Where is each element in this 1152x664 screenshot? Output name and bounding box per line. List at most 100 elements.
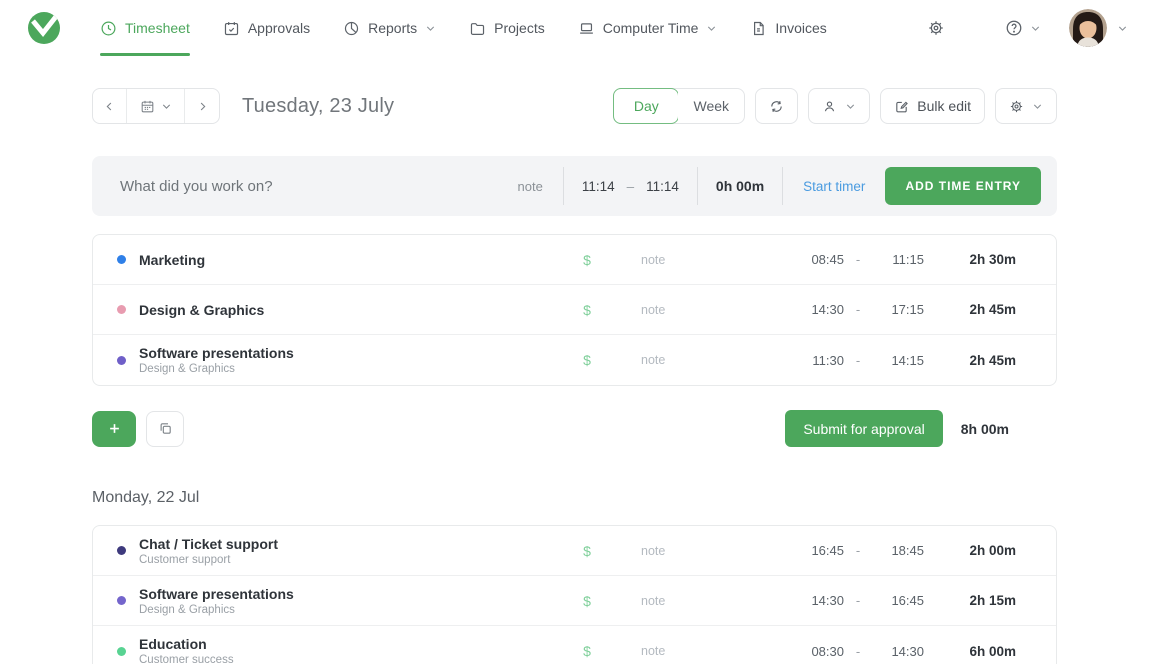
- project-color-dot: [117, 305, 126, 314]
- entry-duration[interactable]: 2h 00m: [924, 543, 1016, 558]
- day-view-button[interactable]: Day: [613, 88, 680, 124]
- billable-indicator[interactable]: $: [557, 593, 617, 609]
- time-entry-row[interactable]: Chat / Ticket support Customer support $…: [93, 526, 1056, 576]
- entry-end-time[interactable]: 14:15: [872, 353, 924, 368]
- entry-end-time[interactable]: 14:30: [872, 644, 924, 659]
- settings-icon-button[interactable]: [927, 19, 945, 37]
- entry-note-input[interactable]: note: [617, 253, 792, 267]
- nav-item-projects[interactable]: Projects: [469, 0, 545, 56]
- entry-title: Software presentations: [139, 345, 294, 361]
- entry-project-name: Customer support: [139, 553, 231, 566]
- top-nav: Timesheet Approvals Reports Projects Com…: [0, 0, 1152, 56]
- chevron-down-icon: [708, 26, 716, 31]
- folder-icon: [471, 22, 485, 35]
- timesheet-settings-button[interactable]: [995, 88, 1057, 124]
- entry-duration[interactable]: 2h 45m: [924, 302, 1016, 317]
- time-entry-row[interactable]: Software presentations Design & Graphics…: [93, 335, 1056, 385]
- entry-title: Education: [139, 636, 207, 652]
- entry-note-input[interactable]: note: [617, 303, 792, 317]
- prev-day-button[interactable]: [93, 89, 127, 123]
- entry-duration[interactable]: 2h 30m: [924, 252, 1016, 267]
- next-day-button[interactable]: [185, 89, 219, 123]
- time-entry-row[interactable]: Design & Graphics $ note 14:30 - 17:15 2…: [93, 285, 1056, 335]
- copy-day-button[interactable]: [146, 410, 184, 447]
- member-select-button[interactable]: [808, 88, 871, 124]
- project-color-dot: [117, 255, 126, 264]
- entry-duration[interactable]: 2h 15m: [924, 593, 1016, 608]
- day-heading: Monday, 22 Jul: [92, 489, 200, 506]
- help-icon: [1006, 20, 1022, 36]
- time-entry-row[interactable]: Marketing $ note 08:45 - 11:15 2h 30m: [93, 235, 1056, 285]
- entry-project: Design & Graphics: [117, 302, 557, 318]
- chevron-down-icon: [1031, 26, 1040, 31]
- nav-item-timesheet[interactable]: Timesheet: [100, 0, 190, 56]
- nav-item-invoices[interactable]: Invoices: [750, 0, 827, 56]
- entry-title: Design & Graphics: [139, 301, 265, 318]
- entry-title: Software presentations: [139, 585, 294, 602]
- chevron-down-icon: [1118, 26, 1127, 31]
- entry-duration[interactable]: 2h 45m: [924, 353, 1016, 368]
- nav-item-computer-time[interactable]: Computer Time: [578, 0, 718, 56]
- add-entry-controls: note 11:14 – 11:14 0h 00m Start timer AD…: [498, 167, 1041, 205]
- work-description-input[interactable]: [120, 177, 498, 195]
- billable-indicator[interactable]: $: [557, 543, 617, 559]
- duration-input[interactable]: 0h 00m: [698, 178, 782, 194]
- refresh-button[interactable]: [755, 88, 799, 124]
- entry-start-time[interactable]: 14:30: [792, 593, 844, 608]
- entry-start-time[interactable]: 16:45: [792, 543, 844, 558]
- billable-indicator[interactable]: $: [557, 302, 617, 318]
- entry-end-time[interactable]: 18:45: [872, 543, 924, 558]
- time-entry-row[interactable]: Education Customer success $ note 08:30 …: [93, 626, 1056, 664]
- entry-start-time[interactable]: 08:45: [792, 252, 844, 267]
- billable-indicator[interactable]: $: [557, 352, 617, 368]
- entry-note-input[interactable]: note: [617, 544, 792, 558]
- toolbar-right-group: Day Week Bulk edit: [613, 88, 1057, 124]
- entry-note-input[interactable]: note: [617, 644, 792, 658]
- entry-end-time[interactable]: 16:45: [872, 593, 924, 608]
- add-time-entry-button[interactable]: ADD TIME ENTRY: [885, 167, 1041, 205]
- entry-start-time[interactable]: 11:30: [792, 353, 844, 368]
- add-entry-button[interactable]: [92, 410, 136, 447]
- week-view-button[interactable]: Week: [678, 89, 745, 123]
- entry-note-input[interactable]: note: [617, 594, 792, 608]
- entry-end-time[interactable]: 17:15: [872, 302, 924, 317]
- help-menu-button[interactable]: [1005, 19, 1041, 37]
- end-time-input[interactable]: 11:14: [646, 179, 679, 194]
- entry-time-separator: -: [855, 543, 861, 558]
- project-color-dot: [117, 546, 126, 555]
- nav-item-approvals[interactable]: Approvals: [223, 0, 310, 56]
- date-picker-button[interactable]: [127, 89, 185, 123]
- chevron-down-icon: [847, 104, 855, 109]
- nav-label: Timesheet: [125, 20, 190, 36]
- note-toggle[interactable]: note: [498, 179, 563, 194]
- entry-time-separator: -: [855, 593, 861, 608]
- add-time-entry-bar: note 11:14 – 11:14 0h 00m Start timer AD…: [92, 156, 1057, 216]
- tuesday-entries-card: Marketing $ note 08:45 - 11:15 2h 30m De…: [92, 234, 1057, 386]
- entry-project-name: Customer success: [139, 654, 234, 664]
- user-menu[interactable]: [1069, 9, 1128, 47]
- billable-indicator[interactable]: $: [557, 252, 617, 268]
- entry-start-time[interactable]: 08:30: [792, 644, 844, 659]
- entry-end-time[interactable]: 11:15: [872, 252, 924, 267]
- chevron-left-icon: [106, 102, 112, 110]
- start-timer-button[interactable]: Start timer: [783, 179, 885, 194]
- entry-start-time[interactable]: 14:30: [792, 302, 844, 317]
- myhours-logo-icon[interactable]: [24, 8, 64, 48]
- nav-item-reports[interactable]: Reports: [343, 0, 436, 56]
- project-color-dot: [117, 646, 126, 656]
- bulk-edit-button[interactable]: Bulk edit: [880, 88, 985, 124]
- current-date-title: Tuesday, 23 July: [242, 94, 395, 117]
- entry-project: Education Customer success: [117, 636, 557, 664]
- main-nav: Timesheet Approvals Reports Projects Com…: [100, 0, 827, 56]
- entry-title: Chat / Ticket support: [139, 535, 278, 552]
- billable-indicator[interactable]: $: [557, 643, 617, 659]
- copy-icon: [160, 423, 171, 434]
- start-time-input[interactable]: 11:14: [582, 179, 615, 194]
- submit-for-approval-button[interactable]: Submit for approval: [785, 410, 943, 447]
- laptop-icon: [579, 22, 593, 34]
- entry-note-input[interactable]: note: [617, 353, 792, 367]
- nav-label: Computer Time: [602, 20, 699, 36]
- time-entry-row[interactable]: Software presentations Design & Graphics…: [93, 576, 1056, 626]
- entry-duration[interactable]: 6h 00m: [924, 644, 1016, 659]
- bulk-edit-label: Bulk edit: [917, 98, 971, 114]
